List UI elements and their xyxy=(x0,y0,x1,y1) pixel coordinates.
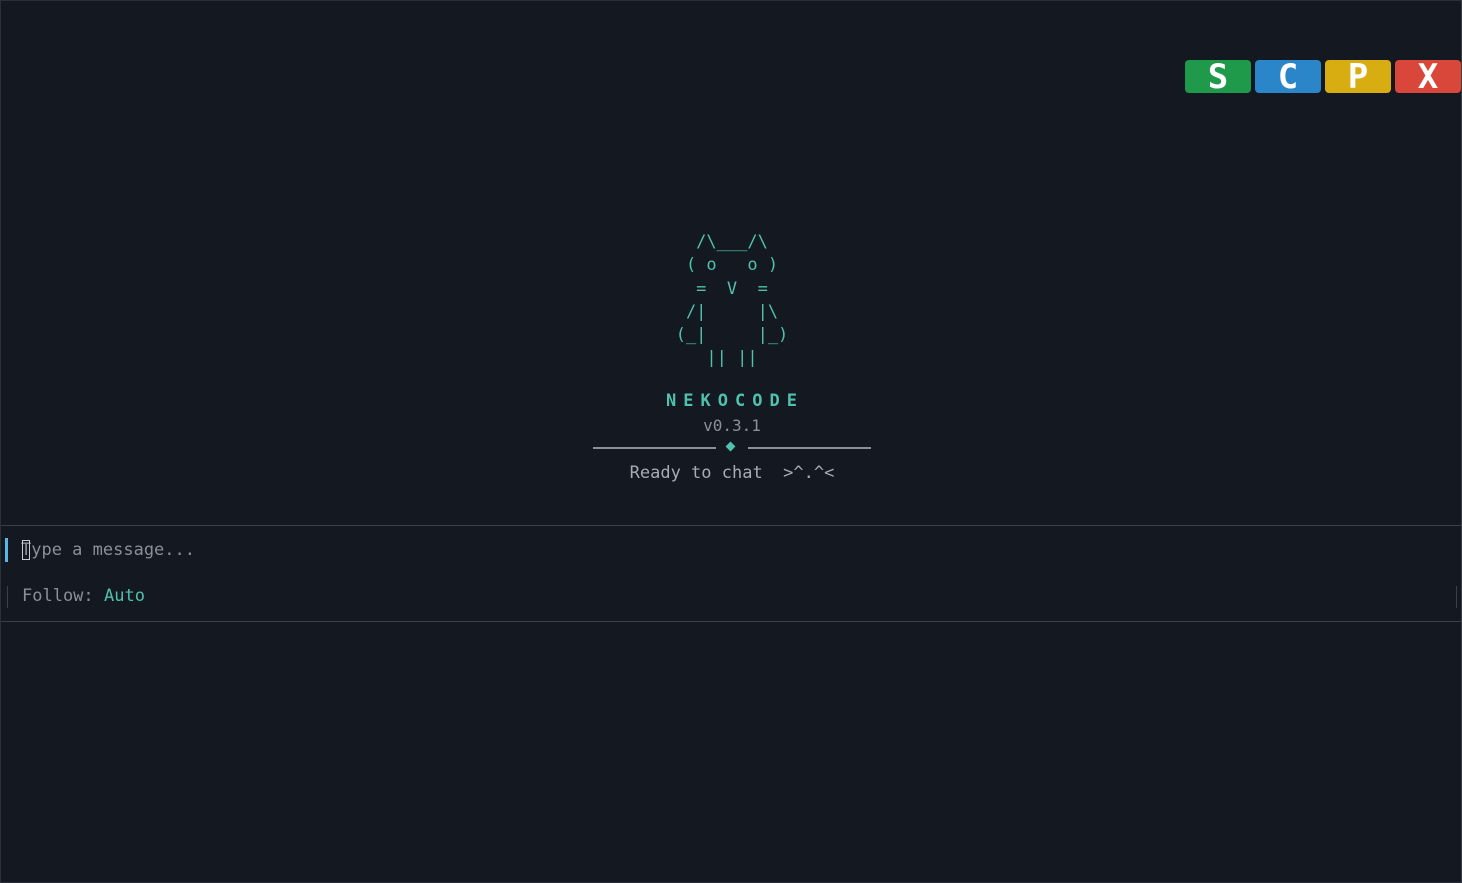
ascii-line: ( o o ) xyxy=(675,255,779,276)
cat-ascii-art: /\___/\ ( o o ) = V = /| |\ (_| |_) || || xyxy=(676,231,789,371)
app-window: S C P X /\___/\ ( o o ) = V = /| |\ (_| |… xyxy=(0,0,1462,883)
ascii-line: = V = xyxy=(675,278,768,299)
save-button[interactable]: S xyxy=(1185,60,1251,94)
ascii-line: /| |\ xyxy=(675,301,779,322)
text-cursor xyxy=(22,540,30,560)
follow-label: Follow: xyxy=(22,586,104,606)
follow-right-border xyxy=(1456,586,1457,608)
close-button[interactable]: X xyxy=(1395,60,1461,94)
divider-line-right xyxy=(748,446,871,449)
splash-divider xyxy=(593,441,871,455)
composer: Follow: Auto xyxy=(1,525,1461,622)
diamond-icon xyxy=(725,441,736,452)
follow-left-border xyxy=(7,586,8,608)
window-controls: S C P X xyxy=(1185,60,1461,94)
ready-status: Ready to chat >^.^< xyxy=(629,462,835,483)
ascii-line: (_| |_) xyxy=(675,325,789,346)
ascii-line: || || xyxy=(675,348,758,369)
message-input[interactable] xyxy=(21,536,1421,564)
follow-mode-toggle[interactable]: Auto xyxy=(104,586,145,606)
pin-button[interactable]: P xyxy=(1325,60,1391,94)
app-brand: NEKOCODE xyxy=(666,390,804,411)
follow-row: Follow: Auto xyxy=(1,585,1461,609)
clear-button[interactable]: C xyxy=(1255,60,1321,94)
input-focus-bar xyxy=(5,538,8,562)
divider-line-left xyxy=(593,446,716,449)
app-version: v0.3.1 xyxy=(703,415,761,435)
ascii-line: /\___/\ xyxy=(675,232,768,252)
splash-screen: /\___/\ ( o o ) = V = /| |\ (_| |_) || ||… xyxy=(1,231,1462,483)
